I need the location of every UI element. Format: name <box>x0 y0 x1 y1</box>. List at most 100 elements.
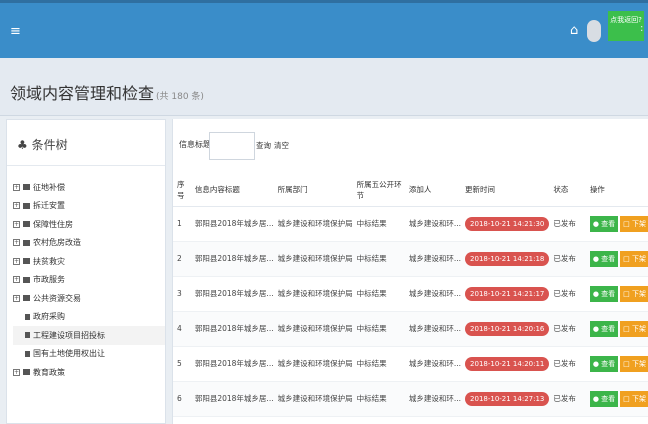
leaf-icon <box>25 313 30 320</box>
row-status: 已发布 <box>549 241 586 277</box>
avatar[interactable] <box>587 20 601 42</box>
row-time-cell: 2018-10-21 14:21:18 <box>461 241 550 277</box>
table-body: 1 郭阳县2018年城乡居... 城乡建设和环境保护局 中标结果 城乡建设和环... 20… <box>173 206 648 417</box>
take-down-button[interactable]: □ 下架 <box>620 285 648 302</box>
take-down-button[interactable]: □ 下架 <box>620 390 648 407</box>
col-status: 状态 <box>549 174 586 207</box>
tree-node[interactable]: + 扶贫救灾 <box>13 252 165 271</box>
record-count: (共 180 条) <box>156 92 204 102</box>
time-badge: 2018-10-21 14:20:16 <box>465 321 550 336</box>
title-search-input[interactable] <box>209 132 255 160</box>
search-button[interactable]: 查询 <box>256 140 271 151</box>
tree-node-label: 政府采购 <box>33 312 65 322</box>
tree-node[interactable]: + 保障性住房 <box>13 215 165 234</box>
take-down-button-label: 下架 <box>632 289 646 298</box>
row-num: 3 <box>173 276 191 312</box>
expand-toggle-icon[interactable]: + <box>13 257 20 265</box>
row-num: 4 <box>173 311 191 347</box>
condition-tree-header: ♣ 条件树 <box>7 120 165 166</box>
row-num: 5 <box>173 346 191 382</box>
tree-node[interactable]: + 农村危房改造 <box>13 234 165 253</box>
view-icon: ● <box>592 324 602 333</box>
tree-node-label: 农村危房改造 <box>33 238 81 248</box>
condition-tree-title: 条件树 <box>31 138 68 152</box>
row-num: 1 <box>173 206 191 242</box>
menu-icon[interactable]: ≡ <box>10 25 21 38</box>
expand-toggle-icon[interactable]: + <box>13 183 20 191</box>
tree-node[interactable]: 工程建设项目招投标 <box>13 326 165 345</box>
row-actions: ● 查看 □ 下架 <box>585 346 648 382</box>
table-row: 4 郭阳县2018年城乡居... 城乡建设和环境保护局 中标结果 城乡建设和环... 20… <box>173 311 648 347</box>
tree-icon: ♣ <box>17 138 28 152</box>
folder-icon <box>23 258 30 265</box>
row-time-cell: 2018-10-21 14:21:30 <box>461 206 550 242</box>
view-button[interactable]: ● 查看 <box>589 320 619 337</box>
expand-toggle-icon[interactable]: + <box>13 202 20 210</box>
take-down-button[interactable]: □ 下架 <box>620 320 648 337</box>
view-icon: ● <box>592 219 602 228</box>
tree-node[interactable]: + 教育政策 <box>13 363 165 382</box>
take-down-button-label: 下架 <box>632 359 646 368</box>
view-button-label: 查看 <box>601 254 616 263</box>
col-adder: 添加人 <box>404 174 462 207</box>
tree-node-label: 教育政策 <box>33 367 65 377</box>
col-title: 信息内容标题 <box>190 174 274 207</box>
notice-popup[interactable]: 点我返回? <box>608 11 644 41</box>
view-button[interactable]: ● 查看 <box>589 285 619 302</box>
take-down-button-label: 下架 <box>632 394 646 403</box>
view-icon: ● <box>592 359 602 368</box>
row-dept: 城乡建设和环境保护局 <box>273 241 353 277</box>
expand-toggle-icon[interactable]: + <box>13 368 20 376</box>
row-stage: 中标结果 <box>352 346 405 382</box>
row-stage: 中标结果 <box>352 381 405 417</box>
take-down-icon: □ <box>623 394 632 403</box>
folder-icon <box>23 202 30 209</box>
view-button[interactable]: ● 查看 <box>589 355 619 372</box>
view-button-label: 查看 <box>601 394 616 403</box>
row-adder: 城乡建设和环... <box>404 241 462 277</box>
take-down-icon: □ <box>623 289 632 298</box>
expand-toggle-icon[interactable]: + <box>13 220 20 228</box>
row-title: 郭阳县2018年城乡居... <box>190 276 274 312</box>
take-down-button[interactable]: □ 下架 <box>620 355 648 372</box>
take-down-button[interactable]: □ 下架 <box>620 215 648 232</box>
row-dept: 城乡建设和环境保护局 <box>273 206 353 242</box>
view-button[interactable]: ● 查看 <box>589 215 619 232</box>
table-row: 3 郭阳县2018年城乡居... 城乡建设和环境保护局 中标结果 城乡建设和环... 20… <box>173 276 648 312</box>
view-button-label: 查看 <box>601 324 616 333</box>
tree-node[interactable]: + 征地补偿 <box>13 178 165 197</box>
view-button-label: 查看 <box>601 359 616 368</box>
row-adder: 城乡建设和环... <box>404 276 462 312</box>
row-dept: 城乡建设和环境保护局 <box>273 311 353 347</box>
view-button[interactable]: ● 查看 <box>589 390 619 407</box>
row-actions: ● 查看 □ 下架 <box>585 276 648 312</box>
home-icon[interactable]: ⌂ <box>570 23 578 38</box>
take-down-icon: □ <box>623 254 632 263</box>
row-stage: 中标结果 <box>352 311 405 347</box>
expand-toggle-icon[interactable]: + <box>13 294 20 302</box>
take-down-button-label: 下架 <box>632 219 646 228</box>
more-icon[interactable]: : <box>640 23 646 34</box>
view-button[interactable]: ● 查看 <box>589 250 619 267</box>
folder-icon <box>23 369 30 376</box>
row-actions: ● 查看 □ 下架 <box>585 241 648 277</box>
expand-toggle-icon[interactable]: + <box>13 276 20 284</box>
reset-button[interactable]: 清空 <box>274 140 289 151</box>
tree-node[interactable]: + 市政服务 <box>13 271 165 290</box>
row-title: 郭阳县2018年城乡居... <box>190 241 274 277</box>
col-actions: 操作 <box>585 174 648 207</box>
take-down-button[interactable]: □ 下架 <box>620 250 648 267</box>
expand-toggle-icon[interactable]: + <box>13 239 20 247</box>
view-icon: ● <box>592 254 602 263</box>
row-adder: 城乡建设和环... <box>404 346 462 382</box>
tree-node[interactable]: + 公共资源交易 <box>13 289 165 308</box>
col-time: 更新时间 <box>461 174 550 207</box>
tree-node-label: 工程建设项目招投标 <box>33 330 105 340</box>
tree-node[interactable]: + 拆迁安置 <box>13 197 165 216</box>
row-stage: 中标结果 <box>352 206 405 242</box>
tree-node-label: 国有土地使用权出让 <box>33 349 105 359</box>
tree-node[interactable]: 政府采购 <box>13 308 165 327</box>
tree-node[interactable]: 国有土地使用权出让 <box>13 345 165 364</box>
table-row: 6 郭阳县2018年城乡居... 城乡建设和环境保护局 中标结果 城乡建设和环... 20… <box>173 381 648 417</box>
tree-node-label: 扶贫救灾 <box>33 256 65 266</box>
